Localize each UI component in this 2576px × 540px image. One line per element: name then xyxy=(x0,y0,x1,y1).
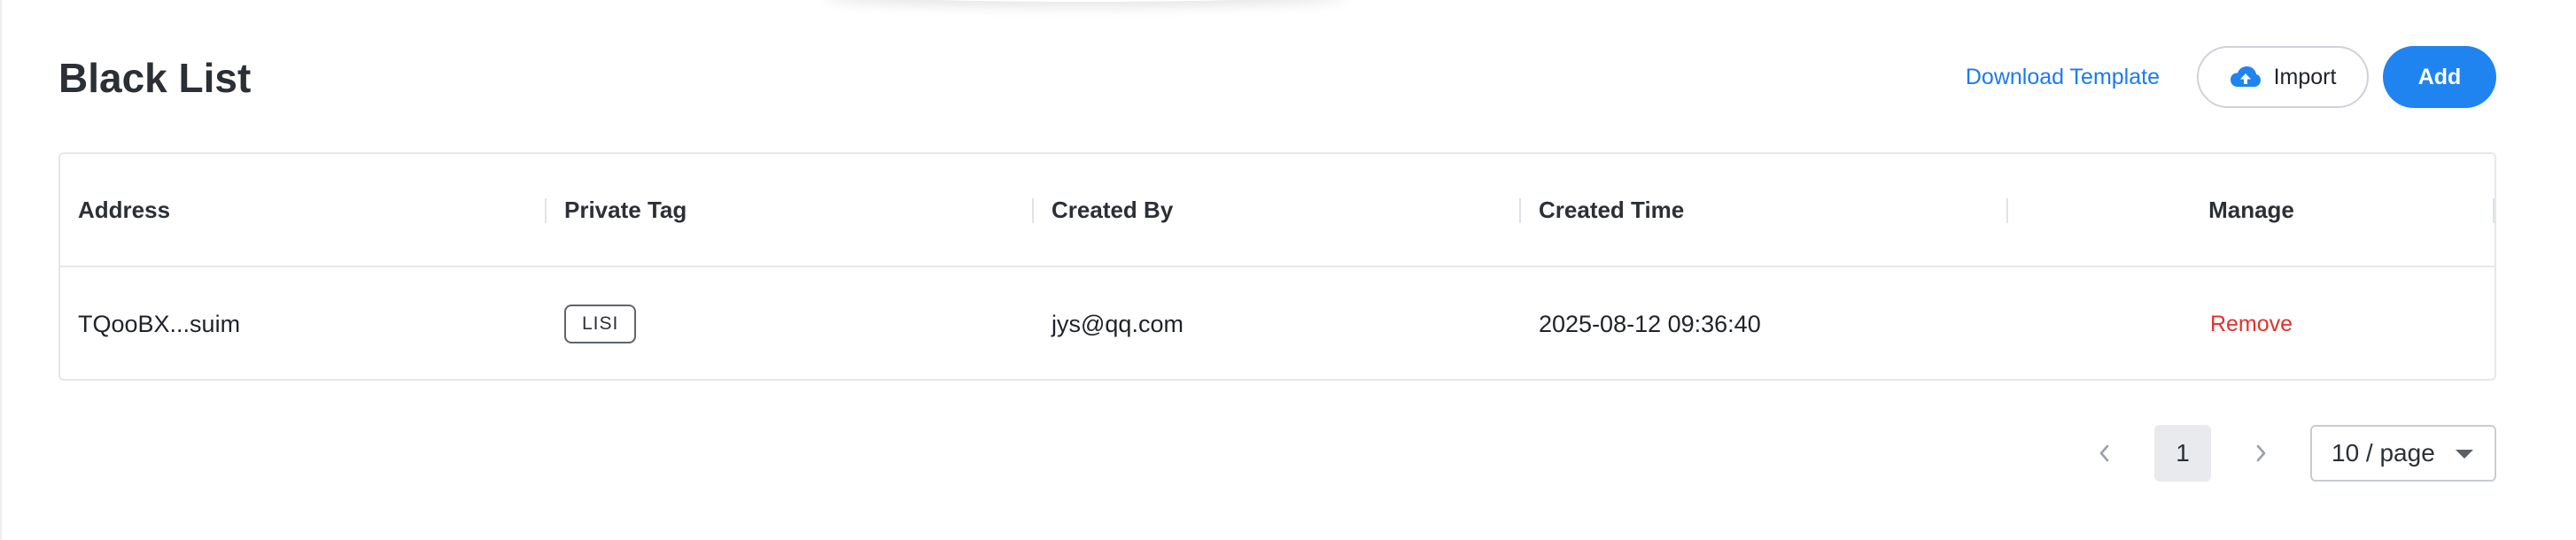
chevron-right-icon[interactable] xyxy=(2243,436,2278,471)
created-time-cell: 2025-08-12 09:36:40 xyxy=(1521,267,2008,381)
column-header-label: Created By xyxy=(1051,196,1174,223)
add-button[interactable]: Add xyxy=(2383,46,2496,108)
black-list-page: Black List Download Template Import Add … xyxy=(58,0,2496,540)
column-header-private-tag: Private Tag xyxy=(547,154,1034,266)
column-header-address: Address xyxy=(60,154,547,266)
page-header: Black List Download Template Import Add xyxy=(58,44,2496,112)
created-by-cell: jys@qq.com xyxy=(1034,267,1521,381)
page-size-value: 10 / page xyxy=(2332,439,2435,467)
download-template-link[interactable]: Download Template xyxy=(1966,65,2160,90)
black-list-table: Address Private Tag Created By Created T… xyxy=(58,152,2496,381)
column-header-created-time: Created Time xyxy=(1521,154,2008,266)
chevron-left-icon[interactable] xyxy=(2087,436,2122,471)
address-value: TQooBX...suim xyxy=(78,310,241,337)
column-header-label: Created Time xyxy=(1539,196,1685,223)
created-by-value: jys@qq.com xyxy=(1051,310,1183,337)
column-header-label: Manage xyxy=(2208,196,2294,223)
column-header-created-by: Created By xyxy=(1034,154,1521,266)
manage-cell: Remove xyxy=(2008,267,2495,381)
remove-button[interactable]: Remove xyxy=(2210,312,2293,337)
address-cell: TQooBX...suim xyxy=(60,267,547,381)
cloud-upload-icon xyxy=(2230,66,2262,89)
page-size-select[interactable]: 10 / page xyxy=(2310,425,2496,482)
header-actions: Download Template Import Add xyxy=(1966,46,2496,108)
column-header-manage: Manage xyxy=(2008,154,2495,266)
column-header-label: Address xyxy=(78,196,171,223)
table-row: TQooBX...suim LISI jys@qq.com 2025-08-12… xyxy=(60,267,2495,381)
pagination: 1 10 / page xyxy=(2087,425,2496,482)
private-tag-badge: LISI xyxy=(564,305,637,343)
caret-down-icon xyxy=(2456,450,2473,459)
column-header-label: Private Tag xyxy=(564,196,687,223)
private-tag-cell: LISI xyxy=(547,267,1034,381)
page-number-current[interactable]: 1 xyxy=(2154,425,2211,482)
created-time-value: 2025-08-12 09:36:40 xyxy=(1539,310,1761,337)
column-divider[interactable] xyxy=(2493,198,2495,223)
page-title: Black List xyxy=(58,55,252,101)
import-button[interactable]: Import xyxy=(2197,46,2369,108)
import-label: Import xyxy=(2273,64,2337,89)
left-divider xyxy=(0,0,2,540)
table-header-row: Address Private Tag Created By Created T… xyxy=(60,154,2495,267)
